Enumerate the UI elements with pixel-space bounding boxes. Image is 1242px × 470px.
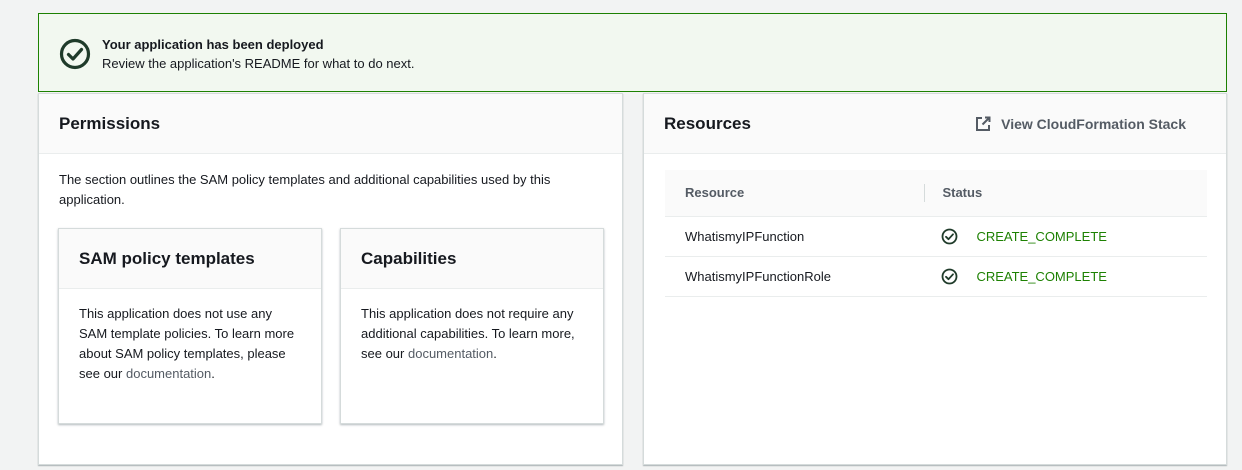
capabilities-card-suffix: .	[493, 346, 497, 361]
status-success-icon	[942, 268, 958, 284]
permissions-header: Permissions	[39, 94, 622, 154]
sam-card-header: SAM policy templates	[59, 229, 321, 289]
capabilities-documentation-link[interactable]: documentation	[408, 346, 493, 361]
status-text: CREATE_COMPLETE	[976, 268, 1107, 284]
resources-header: Resources View CloudFormation Stack	[644, 94, 1226, 154]
permissions-panel: Permissions The section outlines the SAM…	[38, 93, 623, 465]
success-check-icon	[59, 38, 91, 70]
stack-link-label: View CloudFormation Stack	[1001, 115, 1186, 132]
table-row: WhatismyIPFunctionRole CREATE_COMPLETE	[665, 256, 1207, 297]
sam-card-title: SAM policy templates	[79, 248, 255, 268]
status-success-icon	[942, 228, 958, 244]
success-banner: Your application has been deployed Revie…	[38, 13, 1227, 92]
sam-card-body: This application does not use any SAM te…	[59, 289, 321, 399]
sam-card-suffix: .	[211, 366, 215, 381]
resource-name-cell: WhatismyIPFunction	[665, 216, 925, 257]
banner-title: Your application has been deployed	[102, 37, 324, 52]
permissions-title: Permissions	[59, 113, 161, 133]
resources-table: Resource Status WhatismyIPFunction CREAT…	[665, 170, 1207, 297]
status-cell: CREATE_COMPLETE	[924, 216, 1207, 257]
column-header-status: Status	[924, 170, 1207, 217]
permissions-description: The section outlines the SAM policy temp…	[59, 172, 551, 207]
view-cloudformation-stack-link[interactable]: View CloudFormation Stack	[975, 116, 1186, 132]
banner-subtitle: Review the application's README for what…	[102, 56, 415, 71]
table-header-row: Resource Status	[665, 170, 1207, 217]
capabilities-card-title: Capabilities	[361, 248, 457, 268]
status-text: CREATE_COMPLETE	[976, 228, 1107, 244]
capabilities-card-body: This application does not require any ad…	[341, 289, 603, 379]
sam-documentation-link[interactable]: documentation	[126, 366, 211, 381]
resources-title: Resources	[664, 113, 751, 133]
sam-policy-templates-card: SAM policy templates This application do…	[58, 228, 322, 424]
table-row: WhatismyIPFunction CREATE_COMPLETE	[665, 216, 1207, 257]
resource-name-cell: WhatismyIPFunctionRole	[665, 256, 925, 297]
banner-text: Your application has been deployed Revie…	[102, 36, 414, 74]
external-link-icon	[976, 116, 991, 131]
capabilities-card-header: Capabilities	[341, 229, 603, 289]
deployment-page: Your application has been deployed Revie…	[0, 0, 1242, 470]
resources-panel: Resources View CloudFormation Stack Reso…	[643, 93, 1227, 465]
status-cell: CREATE_COMPLETE	[924, 256, 1207, 297]
capabilities-card: Capabilities This application does not r…	[340, 228, 604, 424]
column-header-resource: Resource	[665, 170, 925, 217]
